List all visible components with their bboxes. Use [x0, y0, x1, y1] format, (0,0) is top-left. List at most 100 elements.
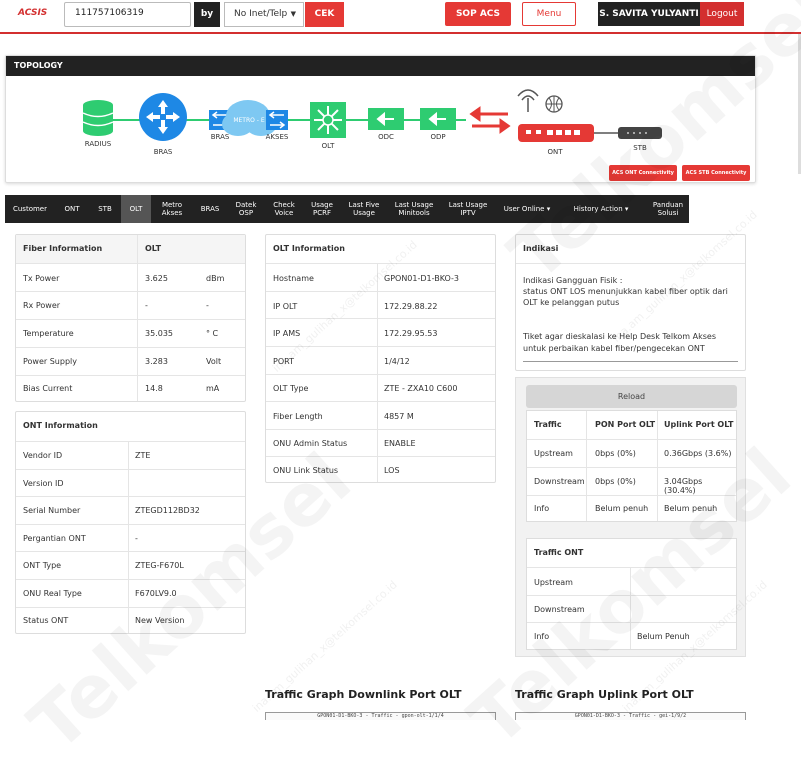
tab-last-five-usage[interactable]: Last Five Usage: [341, 195, 387, 223]
traffic-ont-title: Traffic ONT: [534, 548, 584, 557]
fiber-row-label: Bias Current: [23, 384, 73, 393]
olt-row-label: Fiber Length: [273, 412, 323, 421]
tab-usage-line2: PCRF: [313, 209, 331, 217]
search-input[interactable]: 111757106319: [64, 2, 191, 27]
acs-ont-connectivity-button[interactable]: ACS ONT Connectivity: [609, 165, 677, 181]
ont-row-label: Serial Number: [23, 506, 81, 515]
ont-row-value: New Version: [135, 616, 185, 625]
fiber-row-unit: mA: [206, 384, 220, 393]
acsis-logo[interactable]: ACSIS: [18, 8, 47, 18]
fiber-information-panel: Fiber Information OLT Tx Power 3.625 dBm R…: [15, 234, 246, 402]
topology-panel: TOPOLOGY RADIUS BRAS BRAS METRO - E AKSE…: [5, 55, 756, 183]
indikasi-underline: [523, 361, 738, 362]
olt-row-value: GPON01-D1-BKO-3: [384, 274, 460, 283]
akses-label: AKSES: [265, 133, 289, 141]
tab-customer[interactable]: Customer: [5, 195, 55, 223]
caret-down-icon: ▾: [624, 205, 629, 213]
tab-history-action[interactable]: History Action ▾: [559, 195, 643, 223]
metro-label: METRO - E: [233, 117, 265, 124]
ont-row-label: Status ONT: [23, 616, 69, 625]
reload-button[interactable]: Reload: [526, 385, 737, 408]
tab-last-usage-minitools[interactable]: Last Usage Minitools: [387, 195, 441, 223]
fiber-row-value: 14.8: [145, 384, 163, 393]
tab-usage-pcrf[interactable]: Usage PCRF: [303, 195, 341, 223]
tab-ont[interactable]: ONT: [55, 195, 89, 223]
tab-user-online-label: User Online: [503, 205, 545, 213]
search-type-value: No Inet/Telp: [234, 9, 288, 19]
radius-label: RADIUS: [84, 140, 112, 148]
traffic-row-uplink: Belum penuh: [664, 504, 718, 513]
odp-label: ODP: [430, 133, 446, 141]
ont-row: Pergantian ONT -: [16, 524, 245, 551]
tab-stb[interactable]: STB: [89, 195, 121, 223]
exchange-arrows-icon: [469, 106, 511, 134]
wifi-icon: [517, 89, 539, 112]
sop-acs-button[interactable]: SOP ACS: [445, 2, 511, 26]
fiber-row: Tx Power 3.625 dBm: [16, 263, 245, 291]
olt-row-value: ZTE - ZXA10 C600: [384, 384, 458, 393]
logout-button[interactable]: Logout: [700, 2, 744, 26]
fiber-row-unit: Volt: [206, 357, 222, 366]
radius-icon: [82, 100, 114, 136]
ont-info-title: ONT Information: [23, 421, 98, 430]
acs-stb-connectivity-button[interactable]: ACS STB Connectivity: [682, 165, 750, 181]
bras-router-icon: [139, 93, 187, 141]
fiber-header-row: Fiber Information OLT: [16, 235, 245, 263]
olt-row-label: ONU Link Status: [273, 466, 339, 475]
fiber-row-label: Rx Power: [23, 301, 61, 310]
olt-row-value: LOS: [384, 466, 400, 475]
olt-row-value: ENABLE: [384, 439, 416, 448]
by-label: by: [194, 2, 220, 27]
menu-button[interactable]: Menu: [522, 2, 576, 26]
ont-row-value: ZTEGD112BD32: [135, 506, 200, 515]
fiber-row: Temperature 35.035 ° C: [16, 319, 245, 347]
tab-lui-line2: IPTV: [460, 209, 476, 217]
ont-row: Status ONT New Version: [16, 607, 245, 633]
top-header: ACSIS 111757106319 by No Inet/Telp ▼ CEK …: [0, 0, 801, 34]
olt-row: IP OLT 172.29.88.22: [266, 291, 495, 318]
bras-label: BRAS: [153, 148, 173, 156]
traffic-row-uplink: 3.04Gbps (30.4%): [664, 477, 703, 495]
traffic-col-pon: PON Port OLT: [595, 420, 656, 429]
indikasi-title: Indikasi: [523, 244, 559, 253]
tab-olt[interactable]: OLT: [121, 195, 151, 223]
traffic-row-label: Info: [534, 504, 550, 513]
fiber-row-value: 35.035: [145, 329, 173, 338]
caret-down-icon: ▾: [546, 205, 551, 213]
tab-last-usage-iptv[interactable]: Last Usage IPTV: [441, 195, 495, 223]
traffic-ont-row: Upstream: [527, 567, 736, 595]
indikasi-panel: Indikasi Indikasi Gangguan Fisik : statu…: [515, 234, 746, 371]
tab-lum-line1: Last Usage: [394, 201, 434, 209]
olt-information-panel: OLT Information Hostname GPON01-D1-BKO-3 …: [265, 234, 496, 483]
ont-row: ONT Type ZTEG-F670L: [16, 551, 245, 579]
olt-row: IP AMS 172.29.95.53: [266, 318, 495, 346]
ont-row: Vendor ID ZTE: [16, 441, 245, 469]
tab-metro-akses[interactable]: Metro Akses: [151, 195, 193, 223]
traffic-row: Downstream 0bps (0%) 3.04Gbps (30.4%): [527, 467, 736, 495]
tab-usage-line1: Usage: [311, 201, 333, 209]
olt-row-label: OLT Type: [273, 384, 309, 393]
search-type-select[interactable]: No Inet/Telp ▼: [224, 2, 304, 27]
user-name: S. SAVITA YULYANTI: [598, 2, 700, 26]
fiber-row-value: 3.283: [145, 357, 168, 366]
tab-panduan-solusi[interactable]: Panduan Solusi: [643, 195, 693, 223]
fiber-row: Rx Power - -: [16, 291, 245, 319]
tab-datek-osp[interactable]: Datek OSP: [227, 195, 265, 223]
tab-check-voice[interactable]: Check Voice: [265, 195, 303, 223]
graph-uplink-title: Traffic Graph Uplink Port OLT: [515, 688, 694, 701]
olt-row: ONU Link Status LOS: [266, 456, 495, 482]
traffic-row-pon: 0bps (0%): [595, 477, 636, 486]
tab-history-label: History Action: [573, 205, 623, 213]
tab-datek-line1: Datek: [235, 201, 257, 209]
graph-downlink-title: Traffic Graph Downlink Port OLT: [265, 688, 462, 701]
olt-row-label: Hostname: [273, 274, 314, 283]
traffic-ont-table: Traffic ONT Upstream Downstream Info Belu…: [526, 538, 737, 650]
tab-user-online[interactable]: User Online ▾: [495, 195, 559, 223]
cek-button[interactable]: CEK: [305, 2, 344, 27]
stb-label: STB: [633, 144, 647, 152]
tab-bras[interactable]: BRAS: [193, 195, 227, 223]
ont-row-label: Pergantian ONT: [23, 534, 86, 543]
traffic-ont-row-label: Upstream: [534, 578, 573, 587]
olt-row: Hostname GPON01-D1-BKO-3: [266, 263, 495, 291]
fiber-row-label: Temperature: [23, 329, 74, 338]
